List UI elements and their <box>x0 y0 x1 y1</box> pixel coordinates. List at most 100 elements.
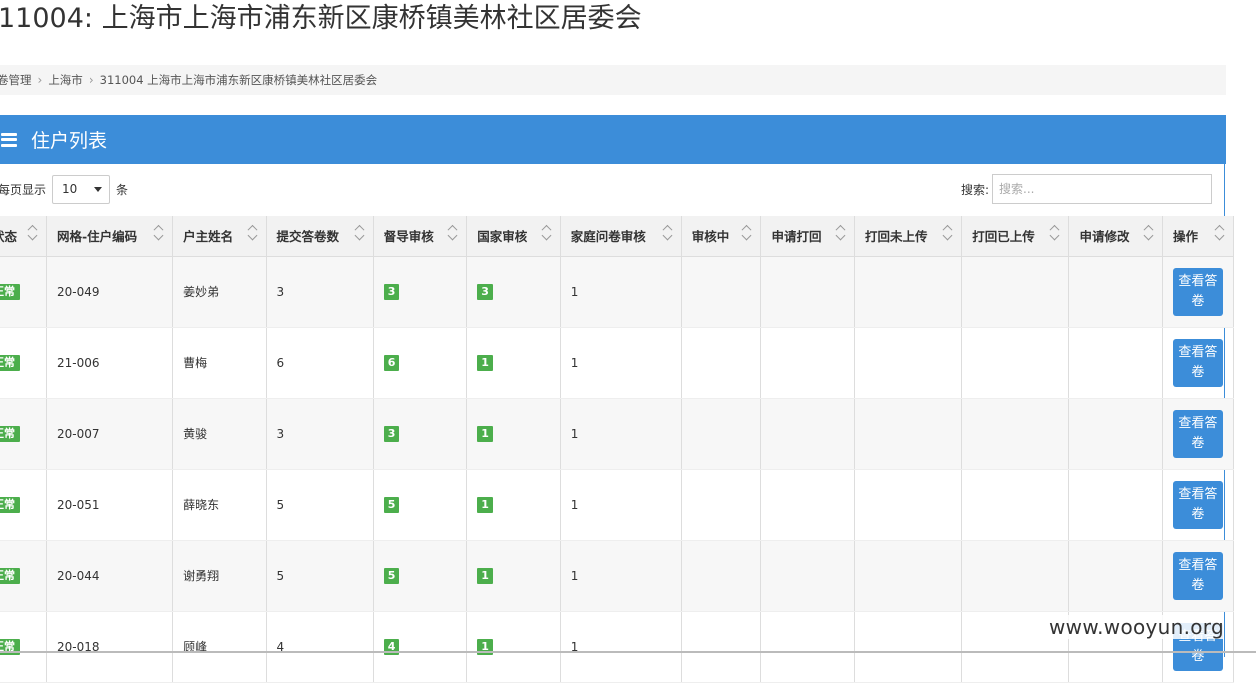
cell-name: 姜妙弟 <box>172 256 267 328</box>
cell-supervisor-review: 5 <box>373 540 468 612</box>
column-header-family-review[interactable]: 家庭问卷审核 <box>560 216 682 257</box>
column-header-returned-not-uploaded[interactable]: 打回未上传 <box>854 216 963 257</box>
cell-apply-return <box>760 611 855 683</box>
cell-returned-not-uploaded <box>854 469 963 541</box>
cell-action: 查看答卷 <box>1162 327 1235 399</box>
cell-status: 正常 <box>0 398 47 470</box>
sort-icon <box>27 230 38 241</box>
households-table: 状态 网格-住户编码 户主姓名 提交答卷数 督导审核 国家审核 家庭问卷审核 审… <box>0 216 1235 683</box>
bottom-divider <box>0 651 1256 653</box>
table-row: 正常 21-006 曹梅 6 6 1 1 查看答卷 <box>0 327 1235 399</box>
cell-family-review: 1 <box>560 327 682 399</box>
list-icon <box>1 132 17 147</box>
cell-returned-not-uploaded <box>854 398 963 470</box>
caret-down-icon <box>94 186 103 192</box>
cell-family-review-text: 1 <box>570 355 579 370</box>
cell-code-text: 20-044 <box>56 568 100 583</box>
cell-code-text: 20-007 <box>56 426 100 441</box>
count-badge: 5 <box>383 567 400 584</box>
count-badge: 1 <box>477 496 493 513</box>
table-row: 正常 20-049 姜妙弟 3 3 3 1 查看答卷 <box>0 256 1235 328</box>
panel-title: 住户列表 <box>31 130 108 152</box>
cell-returned-not-uploaded <box>854 327 963 399</box>
panel-header: 住户列表 <box>0 115 1226 164</box>
cell-action: 查看答卷 <box>1162 256 1235 328</box>
cell-submitted-text: 5 <box>276 568 285 583</box>
status-badge: 正常 <box>0 567 20 584</box>
cell-apply-modify <box>1068 398 1163 470</box>
cell-status: 正常 <box>0 469 47 541</box>
search-input[interactable] <box>992 174 1213 204</box>
cell-supervisor-review: 4 <box>373 611 468 683</box>
cell-code-text: 21-006 <box>56 355 100 370</box>
search-label: 搜索: <box>961 182 990 197</box>
cell-family-review: 1 <box>560 540 682 612</box>
view-answers-button[interactable]: 查看答卷 <box>1172 267 1223 316</box>
cell-national-review: 1 <box>466 327 561 399</box>
table-row: 正常 20-007 黄骏 3 3 1 1 查看答卷 <box>0 398 1235 470</box>
cell-code: 20-044 <box>46 540 174 612</box>
cell-name: 顾峰 <box>172 611 267 683</box>
cell-national-review: 1 <box>466 398 561 470</box>
column-header-name[interactable]: 户主姓名 <box>172 216 267 257</box>
count-badge: 1 <box>477 567 493 584</box>
cell-national-review: 1 <box>466 611 561 683</box>
sort-icon <box>1050 230 1060 241</box>
cell-apply-return <box>760 540 855 612</box>
cell-returned-uploaded <box>961 327 1070 399</box>
page-length-value: 10 <box>62 182 78 196</box>
cell-family-review: 1 <box>560 611 682 683</box>
cell-apply-modify <box>1068 256 1163 328</box>
column-header-apply-modify[interactable]: 申请修改 <box>1068 216 1163 257</box>
sort-icon <box>153 230 164 241</box>
breadcrumb: 卷管理 › 上海市 › 311004 上海市上海市浦东新区康桥镇美林社区居委会 <box>0 65 1226 95</box>
breadcrumb-item-city[interactable]: 上海市 <box>48 72 83 88</box>
sort-icon <box>1143 230 1154 241</box>
cell-family-review: 1 <box>560 398 682 470</box>
cell-submitted: 3 <box>266 256 374 328</box>
cell-supervisor-review: 6 <box>373 327 468 399</box>
table-header-row: 状态 网格-住户编码 户主姓名 提交答卷数 督导审核 国家审核 家庭问卷审核 审… <box>0 216 1235 257</box>
cell-submitted: 3 <box>266 398 374 470</box>
cell-national-review: 3 <box>466 256 561 328</box>
status-badge: 正常 <box>0 283 20 300</box>
cell-family-review: 1 <box>560 469 682 541</box>
column-header-status[interactable]: 状态 <box>0 216 47 257</box>
column-header-submitted[interactable]: 提交答卷数 <box>266 216 374 257</box>
cell-returned-uploaded <box>961 540 1070 612</box>
table-row: 正常 20-051 薛晓东 5 5 1 1 查看答卷 <box>0 469 1235 541</box>
page-length-suffix: 条 <box>116 182 129 197</box>
cell-reviewing <box>681 327 762 399</box>
column-header-returned-uploaded[interactable]: 打回已上传 <box>961 216 1070 257</box>
page-length-select[interactable]: 10 <box>52 174 111 204</box>
view-answers-button[interactable]: 查看答卷 <box>1172 480 1223 529</box>
cell-apply-modify <box>1068 540 1163 612</box>
column-header-reviewing[interactable]: 审核中 <box>681 216 762 257</box>
column-header-apply-return[interactable]: 申请打回 <box>760 216 855 257</box>
cell-returned-not-uploaded <box>854 540 963 612</box>
chevron-right-icon: › <box>88 73 94 87</box>
cell-family-review-text: 1 <box>570 497 579 512</box>
view-answers-button[interactable]: 查看答卷 <box>1172 409 1223 458</box>
count-badge: 3 <box>383 283 400 300</box>
cell-supervisor-review: 3 <box>373 256 468 328</box>
column-header-supervisor-review[interactable]: 督导审核 <box>373 216 468 257</box>
cell-action: 查看答卷 <box>1162 469 1235 541</box>
view-answers-button[interactable]: 查看答卷 <box>1172 551 1223 600</box>
column-header-code[interactable]: 网格-住户编码 <box>46 216 174 257</box>
breadcrumb-item-community: 311004 上海市上海市浦东新区康桥镇美林社区居委会 <box>99 73 378 87</box>
cell-family-review-text: 1 <box>570 568 579 583</box>
column-header-national-review[interactable]: 国家审核 <box>466 216 561 257</box>
count-badge: 6 <box>383 354 400 371</box>
column-header-action[interactable]: 操作 <box>1162 216 1235 257</box>
sort-icon <box>1214 230 1225 241</box>
sort-icon <box>447 230 458 241</box>
cell-apply-modify <box>1068 469 1163 541</box>
count-badge: 1 <box>477 425 493 442</box>
breadcrumb-item-survey-management[interactable]: 卷管理 <box>0 72 32 88</box>
cell-apply-return <box>760 398 855 470</box>
cell-name: 黄骏 <box>172 398 267 470</box>
watermark: www.wooyun.org <box>1049 615 1224 639</box>
cell-name: 曹梅 <box>172 327 267 399</box>
view-answers-button[interactable]: 查看答卷 <box>1172 338 1223 387</box>
